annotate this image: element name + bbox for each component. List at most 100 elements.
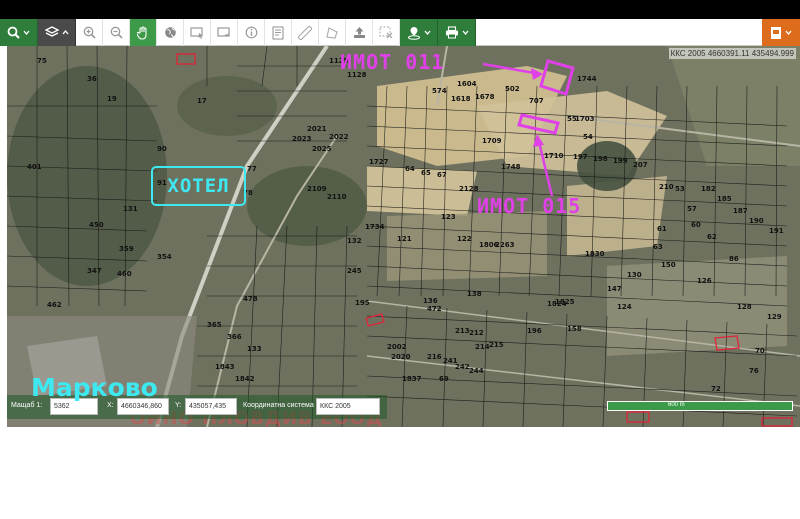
pan-button[interactable] [130,19,157,46]
parcel-number: 123 [441,213,456,221]
document-icon [770,26,782,40]
parcel-number: 124 [617,303,632,311]
parcel-number: 128 [737,303,752,311]
parcel-number: 61 [657,225,667,233]
map-toolbar [0,19,800,46]
parcel-number: 75 [37,57,47,65]
parcel-number: 53 [675,185,685,193]
chevron-up-icon [62,30,69,35]
globe-icon [164,26,177,39]
coordinate-readout: ККС 2005 4660391.11 435494.999 [668,48,796,59]
y-coordinate-input[interactable]: 435057,435 [185,398,237,415]
parcel-number: 55 [567,115,577,123]
zoom-in-button[interactable] [76,19,103,46]
parcel-number: 65 [421,169,431,177]
search-tool-button[interactable] [0,19,38,46]
parcel-number: 1837 [402,375,422,383]
select-rect-button[interactable] [184,19,211,46]
parcel-number: 190 [749,217,764,225]
parcel-number: 502 [505,85,520,93]
parcel-number: 86 [729,255,739,263]
cadastral-map[interactable]: 75 36 17 19 401 1125 1128 502 707 574 16… [7,46,800,427]
parcel-number: 1744 [577,75,597,83]
printer-icon [445,26,459,39]
parcel-number: 366 [227,333,242,341]
chevron-down-icon [23,30,30,35]
parcel-number: 121 [397,235,412,243]
parcel-number: 197 [573,153,588,161]
hotel-label: ХОТЕЛ [167,175,230,197]
parcel-number: 215 [489,341,504,349]
measure-area-button[interactable] [319,19,346,46]
search-icon [7,26,20,39]
print-button[interactable] [438,19,476,46]
parcel-number: 2023 [292,135,312,143]
chevron-down-icon [462,30,469,35]
crs-select[interactable]: ККС 2005 [316,398,380,415]
clear-selection-button[interactable] [373,19,400,46]
parcel-number: 36 [87,75,97,83]
parcel-number: 195 [355,299,370,307]
parcel-number: 130 [627,271,642,279]
x-label: X: [107,402,114,409]
parcel-number: 2020 [391,353,411,361]
crs-label: Координатна система [243,402,314,409]
parcel-number: 1842 [235,375,255,383]
parcel-number: 1618 [451,95,471,103]
parcel-number: 1709 [482,137,502,145]
parcel-number: 347 [87,267,102,275]
parcel-number: 244 [469,367,484,375]
parcel-number: 69 [439,375,449,383]
hand-icon [137,25,149,40]
parcel-number: 129 [767,313,782,321]
top-black-bar [0,0,800,19]
parcel-number: 187 [733,207,748,215]
document-menu-button[interactable] [762,19,800,46]
layers-icon [44,26,59,39]
imot-015-label: ИМОТ 015 [477,194,582,218]
parcel-number: 210 [659,183,674,191]
parcel-number: 131 [123,205,138,213]
upload-button[interactable] [346,19,373,46]
zoom-out-button[interactable] [103,19,130,46]
parcel-number: 54 [583,133,593,141]
parcel-number: 472 [427,305,442,313]
crs-value: ККС 2005 [320,403,351,410]
parcel-number: 1727 [369,158,389,166]
hotel-label-box: ХОТЕЛ [151,166,246,206]
globe-button[interactable] [157,19,184,46]
parcel-number: 2109 [307,185,327,193]
select-move-button[interactable] [211,19,238,46]
parcel-number: 67 [437,171,447,179]
measure-length-button[interactable] [292,19,319,46]
parcel-number: 158 [567,325,582,333]
parcel-number: 242 [455,363,470,371]
parcel-number: 1824 [547,300,567,308]
clear-icon [379,26,393,39]
parcel-number: 150 [661,261,676,269]
parcel-number: 213 [455,327,470,335]
parcel-number: 574 [432,87,447,95]
select-move-icon [217,26,231,39]
info-button[interactable] [238,19,265,46]
parcel-number: 1710 [544,152,564,160]
scale-label: Мащаб 1: [11,402,43,409]
parcel-number: 77 [247,165,257,173]
parcel-number: 462 [47,301,62,309]
parcel-number: 2263 [495,241,515,249]
layers-button[interactable] [38,19,76,46]
document-button[interactable] [265,19,292,46]
parcel-number: 478 [243,295,258,303]
parcel-number: 401 [27,163,42,171]
parcel-number: 60 [691,221,701,229]
parcel-number: 133 [247,345,262,353]
parcel-number: 2128 [459,185,479,193]
parcel-number: 354 [157,253,172,261]
select-rect-icon [190,26,204,39]
chevron-down-icon [424,30,431,35]
parcel-number: 1748 [501,163,521,171]
parcel-number: 19 [107,95,117,103]
parcel-number: 707 [529,97,544,105]
upload-icon [353,26,366,39]
location-button[interactable] [400,19,438,46]
